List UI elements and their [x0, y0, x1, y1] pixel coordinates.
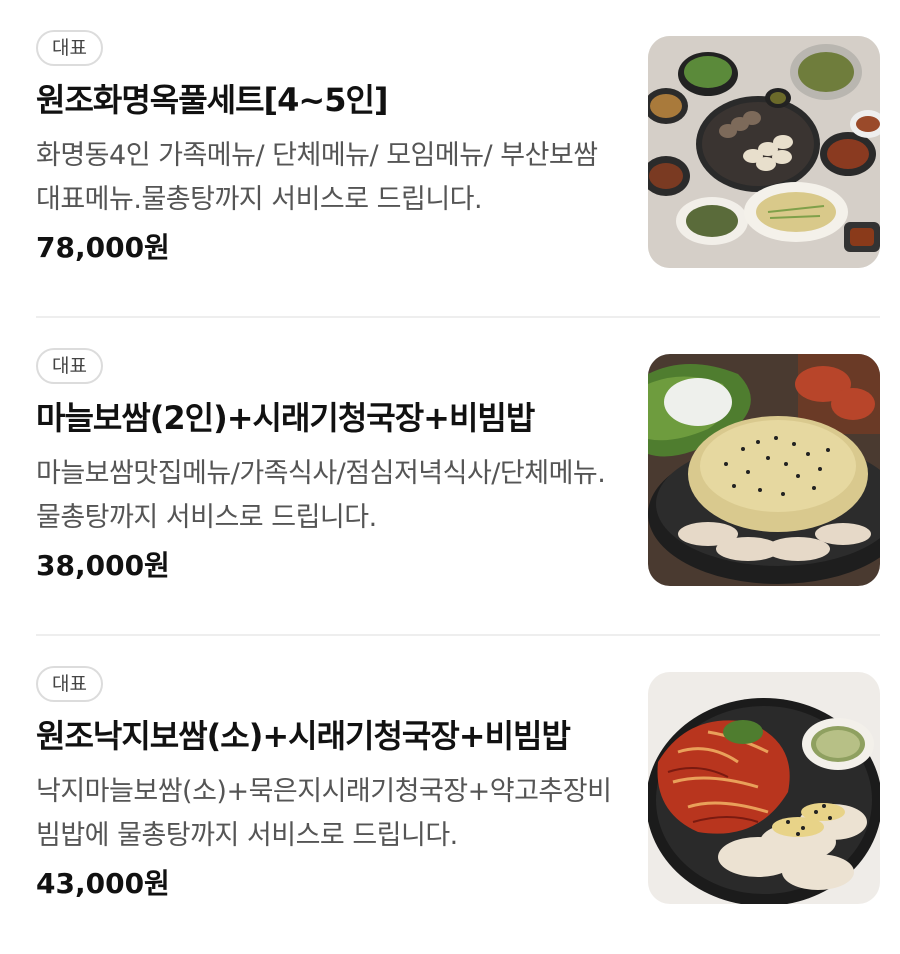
menu-item-price: 78,000원	[36, 231, 170, 264]
menu-item-description: 화명동4인 가족메뉴/ 단체메뉴/ 모임메뉴/ 부산보쌈대표메뉴.물총탕까지 서…	[36, 140, 598, 215]
menu-item-price: 43,000원	[36, 867, 170, 900]
menu-item[interactable]: 대표 원조낙지보쌈(소)+시래기청국장+비빔밥 낙지마늘보쌈(소)+묵은지시래기…	[0, 636, 900, 954]
menu-item[interactable]: 대표 마늘보쌈(2인)+시래기청국장+비빔밥 마늘보쌈맛집메뉴/가족식사/점심저…	[0, 318, 900, 636]
food-photo-full-set	[648, 36, 880, 268]
menu-item-description: 낙지마늘보쌈(소)+묵은지시래기청국장+약고추장비빔밥에 물총탕까지 서비스로 …	[36, 776, 612, 851]
signature-badge: 대표	[36, 348, 103, 384]
menu-item-photo	[648, 354, 880, 586]
signature-badge: 대표	[36, 30, 103, 66]
menu-item[interactable]: 대표 원조화명옥풀세트[4~5인] 화명동4인 가족메뉴/ 단체메뉴/ 모임메뉴…	[0, 0, 900, 318]
menu-item-name: 원조낙지보쌈(소)+시래기청국장+비빔밥	[36, 717, 571, 755]
menu-item-price: 38,000원	[36, 549, 170, 582]
menu-item-photo	[648, 672, 880, 904]
menu-item-name: 마늘보쌈(2인)+시래기청국장+비빔밥	[36, 399, 535, 437]
food-photo-garlic-bossam	[648, 354, 880, 586]
menu-list: 대표 원조화명옥풀세트[4~5인] 화명동4인 가족메뉴/ 단체메뉴/ 모임메뉴…	[0, 0, 900, 940]
menu-item-name: 원조화명옥풀세트[4~5인]	[36, 81, 389, 119]
food-photo-octopus-bossam	[648, 672, 880, 904]
menu-item-photo	[648, 36, 880, 268]
signature-badge: 대표	[36, 666, 103, 702]
menu-item-description: 마늘보쌈맛집메뉴/가족식사/점심저녁식사/단체메뉴.물총탕까지 서비스로 드립니…	[36, 458, 606, 533]
